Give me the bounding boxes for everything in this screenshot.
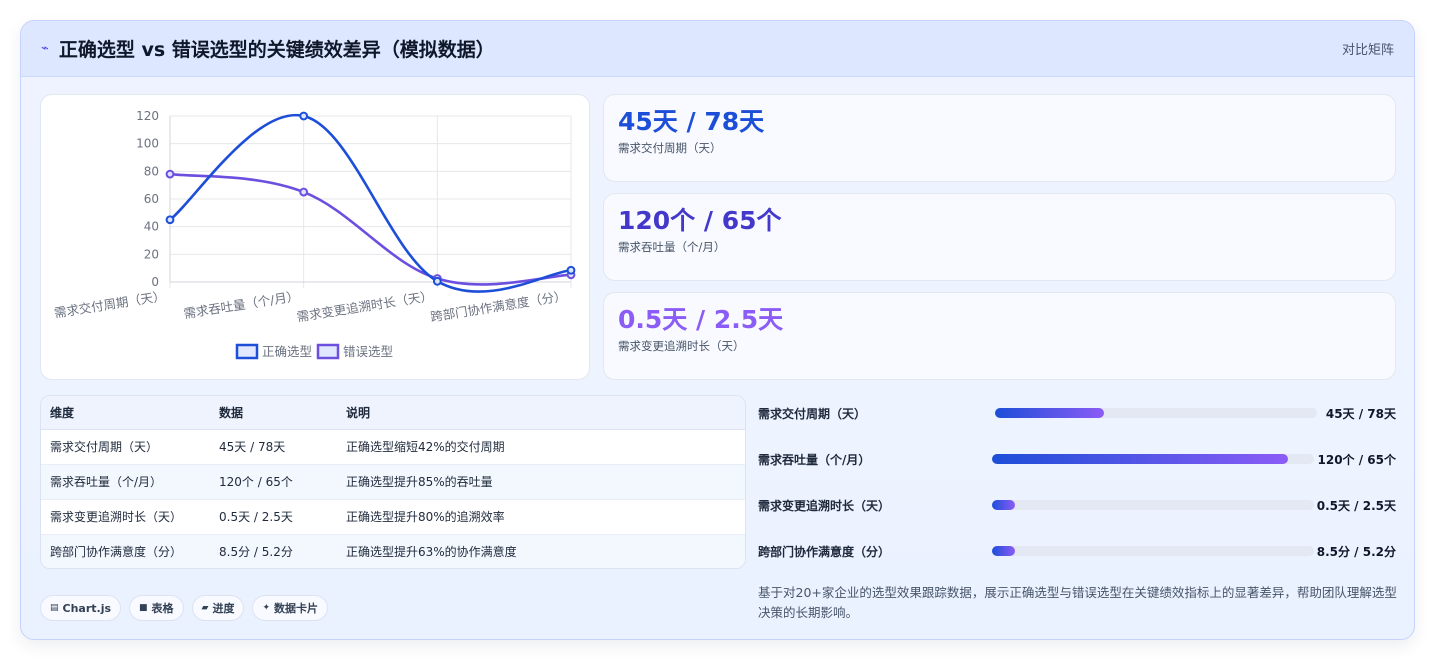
table-icon: ■: [139, 603, 148, 613]
comparison-table: 维度 数据 说明 需求交付周期（天） 45天 / 78天 正确选型缩短42%的交…: [40, 395, 746, 569]
legend-swatch: [316, 343, 340, 360]
progress-track: [995, 408, 1317, 418]
legend-swatch: [235, 343, 259, 360]
chip-label: 进度: [212, 602, 235, 615]
y-tick-label: 60: [144, 192, 159, 206]
chip-label: 表格: [151, 602, 174, 615]
table-cell: 120个 / 65个: [210, 464, 337, 500]
y-tick-label: 20: [144, 247, 159, 261]
progress-fill: [995, 408, 1105, 418]
stat-label: 需求吞吐量（个/月）: [618, 240, 726, 254]
table-cell: 正确选型提升80%的追溯效率: [337, 499, 745, 535]
sparkle-icon: ✦: [262, 603, 271, 613]
progress-value: 0.5天 / 2.5天: [1316, 498, 1396, 513]
title-group: ⌁ 正确选型 vs 错误选型的关键绩效差异（模拟数据）: [41, 35, 495, 62]
column-header: 说明: [337, 396, 745, 430]
table-cell: 45天 / 78天: [210, 429, 337, 465]
progress-label: 需求吞吐量（个/月）: [758, 452, 871, 467]
series-line: [169, 113, 572, 293]
progress-value: 120个 / 65个: [1317, 452, 1397, 467]
column-header: 数据: [210, 396, 337, 430]
chip-table[interactable]: ■ 表格: [129, 595, 184, 621]
table-header-row: 维度 数据 说明: [41, 396, 745, 430]
chip-label: Chart.js: [62, 601, 112, 615]
data-point: [165, 169, 175, 179]
x-tick-label: 跨部门协作满意度（分）: [429, 288, 567, 324]
data-point: [165, 215, 175, 225]
stat-value: 0.5天 / 2.5天: [618, 305, 784, 334]
data-point: [432, 276, 442, 286]
table-cell: 正确选型缩短42%的交付周期: [337, 429, 745, 465]
legend-label: 正确选型: [262, 344, 312, 359]
stat-card-traceability: 0.5天 / 2.5天 需求变更追溯时长（天）: [603, 292, 1396, 380]
stat-label: 需求交付周期（天）: [618, 141, 722, 155]
table-cell: 正确选型提升85%的吞吐量: [337, 464, 745, 500]
progress-fill: [992, 546, 1015, 556]
chart-panel: 0 20 40 60 80 100 120 需求交付周期（天） 需求吞吐量（个/月） 需求变更追溯…: [40, 94, 590, 380]
stat-label: 需求变更追溯时长（天）: [618, 339, 745, 353]
table-cell: 正确选型提升63%的协作满意度: [346, 545, 517, 560]
y-tick-label: 0: [151, 275, 159, 289]
legend-label: 错误选型: [343, 344, 393, 359]
data-point: [299, 187, 309, 197]
progress-label: 跨部门协作满意度（分）: [758, 544, 891, 559]
table-cell: 0.5天 / 2.5天: [210, 499, 337, 535]
progress-row-delivery: 需求交付周期（天） 45天 / 78天: [758, 403, 1396, 423]
table-cell: 跨部门协作满意度（分）: [50, 545, 183, 560]
header-tag: 对比矩阵: [1341, 43, 1394, 58]
table-row: 需求交付周期（天） 45天 / 78天 正确选型缩短42%的交付周期: [41, 429, 745, 465]
stat-card-throughput: 120个 / 65个 需求吞吐量（个/月）: [603, 193, 1396, 281]
x-tick-label: 需求吞吐量（个/月）: [183, 288, 301, 321]
chip-chartjs[interactable]: ▤ Chart.js: [40, 595, 122, 621]
progress-icon: ▰: [201, 603, 209, 613]
data-point: [299, 111, 309, 121]
table-cell: 需求吞吐量（个/月）: [41, 464, 210, 500]
progress-value: 8.5分 / 5.2分: [1316, 544, 1396, 559]
feature-chips: ▤ Chart.js ■ 表格 ▰ 进度 ✦ 数据卡片: [40, 595, 329, 621]
table-row: 跨部门协作满意度（分） 8.5分 / 5.2分 正确选型提升63%的协作满意度: [41, 534, 745, 568]
stat-value: 120个 / 65个: [618, 206, 782, 235]
progress-value: 45天 / 78天: [1325, 406, 1396, 421]
column-header: 维度: [41, 396, 210, 430]
table-cell: 8.5分 / 5.2分: [219, 545, 293, 560]
table-row: 需求吞吐量（个/月） 120个 / 65个 正确选型提升85%的吞吐量: [41, 464, 745, 500]
progress-label: 需求变更追溯时长（天）: [758, 498, 891, 513]
progress-track: [992, 500, 1314, 510]
table-row: 需求变更追溯时长（天） 0.5天 / 2.5天 正确选型提升80%的追溯效率: [41, 499, 745, 535]
y-tick-label: 40: [144, 220, 159, 234]
chip-label: 数据卡片: [274, 602, 319, 615]
stat-card-delivery: 45天 / 78天 需求交付周期（天）: [603, 94, 1396, 182]
progress-row-collaboration: 跨部门协作满意度（分） 8.5分 / 5.2分: [758, 541, 1396, 561]
progress-fill: [992, 454, 1289, 464]
chart-icon: ▤: [50, 603, 59, 613]
x-tick-label: 需求变更追溯时长（天）: [296, 288, 434, 324]
data-point: [566, 265, 576, 275]
progress-track: [992, 454, 1314, 464]
stat-value: 45天 / 78天: [618, 107, 765, 136]
chip-progress[interactable]: ▰ 进度: [191, 595, 245, 621]
progress-label: 需求交付周期（天）: [758, 406, 867, 421]
x-tick-label: 需求交付周期（天）: [53, 288, 166, 320]
progress-track: [992, 546, 1314, 556]
progress-fill: [992, 500, 1015, 510]
comparison-card: ⌁ 正确选型 vs 错误选型的关键绩效差异（模拟数据） 对比矩阵 0 20 40 60…: [20, 20, 1415, 640]
line-chart: 0 20 40 60 80 100 120 需求交付周期（天） 需求吞吐量（个/月）需求变更追溯…: [53, 109, 576, 360]
card-header: ⌁ 正确选型 vs 错误选型的关键绩效差异（模拟数据） 对比矩阵: [21, 21, 1414, 77]
y-tick-label: 80: [144, 164, 159, 178]
progress-row-throughput: 需求吞吐量（个/月） 120个 / 65个: [758, 449, 1396, 469]
pulse-icon: ⌁: [41, 41, 49, 56]
page-title: 正确选型 vs 错误选型的关键绩效差异（模拟数据）: [58, 39, 495, 61]
y-tick-label: 120: [136, 109, 159, 123]
progress-row-traceability: 需求变更追溯时长（天） 0.5天 / 2.5天: [758, 495, 1396, 515]
table-cell: 需求变更追溯时长（天）: [41, 499, 210, 535]
table-cell: 需求交付周期（天）: [41, 429, 210, 465]
summary-text: 基于对20+家企业的选型效果跟踪数据，展示正确选型与错误选型在关键绩效指标上的显…: [758, 585, 1397, 620]
y-tick-label: 100: [136, 137, 159, 151]
chip-data-card[interactable]: ✦ 数据卡片: [252, 595, 329, 621]
